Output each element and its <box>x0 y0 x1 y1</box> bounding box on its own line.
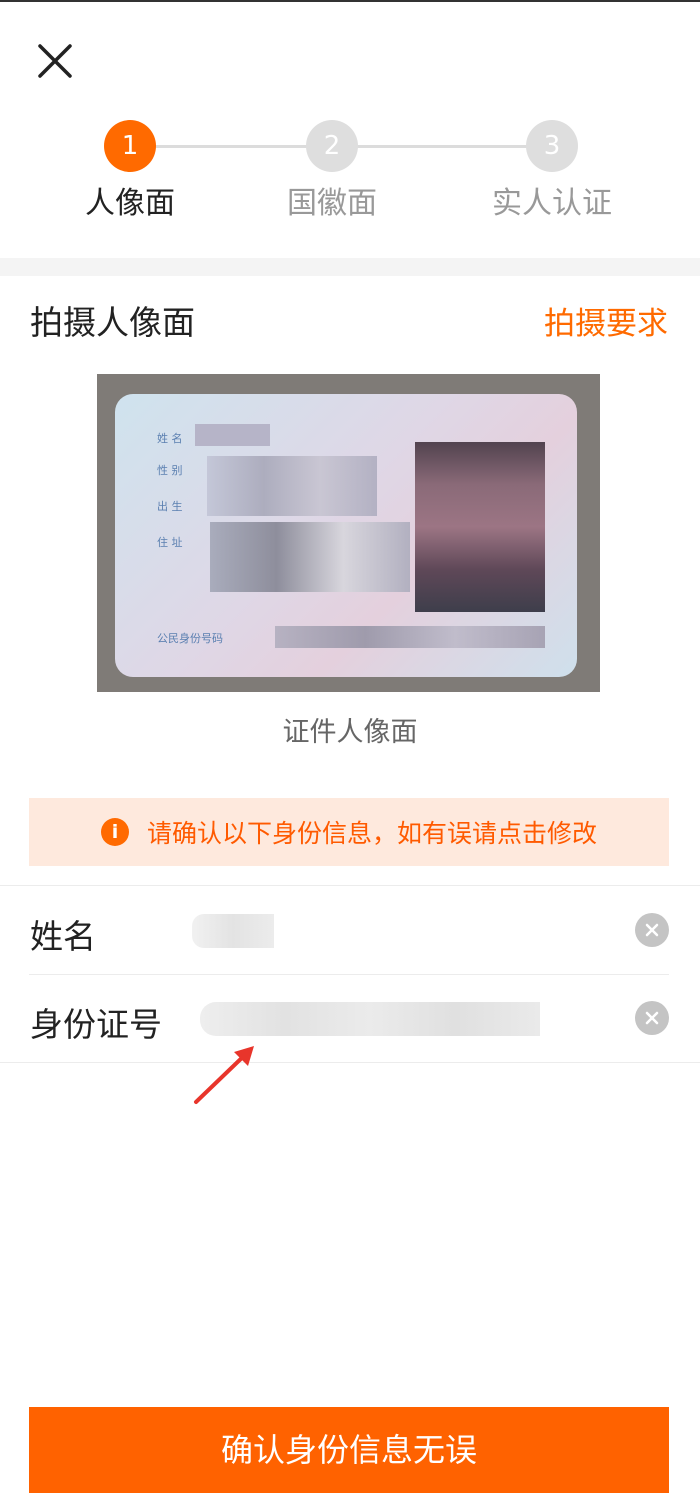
card-label-name: 姓 名 <box>157 432 183 445</box>
card-label-gender: 性 别 <box>157 464 183 477</box>
step-1-circle: 1 <box>104 120 156 172</box>
close-icon <box>38 44 72 78</box>
redacted-id-number <box>275 626 545 648</box>
form-bottom-divider <box>0 1062 700 1063</box>
close-button[interactable] <box>30 38 80 88</box>
clear-name-button[interactable] <box>635 913 669 947</box>
step-3-circle: 3 <box>526 120 578 172</box>
shooting-requirements-link[interactable]: 拍摄要求 <box>544 298 668 343</box>
confirm-identity-button[interactable]: 确认身份信息无误 <box>29 1407 669 1493</box>
card-label-address: 住 址 <box>157 536 183 549</box>
card-label-birth: 出 生 <box>157 500 183 513</box>
name-field[interactable] <box>192 914 274 948</box>
section-divider <box>0 258 700 276</box>
name-label: 姓名 <box>30 917 96 956</box>
step-connector <box>332 145 552 148</box>
redacted-portrait <box>415 442 545 612</box>
row-divider <box>29 974 669 975</box>
step-connector <box>130 145 332 148</box>
card-label-id-number: 公民身份号码 <box>157 632 223 645</box>
id-number-label: 身份证号 <box>30 1005 162 1044</box>
clear-icon <box>645 1011 659 1025</box>
red-arrow-annotation <box>194 1046 254 1104</box>
id-card-photo[interactable]: 姓 名 性 别 出 生 住 址 公民身份号码 <box>97 374 600 692</box>
photo-caption: 证件人像面 <box>282 717 418 748</box>
clear-icon <box>645 923 659 937</box>
confirm-notice-banner: i 请确认以下身份信息，如有误请点击修改 <box>29 798 669 866</box>
redacted-address <box>210 522 410 592</box>
id-card: 姓 名 性 别 出 生 住 址 公民身份号码 <box>115 394 577 677</box>
notice-text: 请确认以下身份信息，如有误请点击修改 <box>146 819 597 848</box>
step-indicator: 1 2 3 人像面 国徽面 实人认证 <box>0 120 700 230</box>
form-top-divider <box>0 885 700 886</box>
id-number-field[interactable] <box>200 1002 540 1036</box>
info-icon: i <box>100 818 129 846</box>
step-2-circle: 2 <box>306 120 358 172</box>
clear-id-button[interactable] <box>635 1001 669 1035</box>
redacted-gender-birth <box>207 456 377 516</box>
step-3-label: 实人认证 <box>492 186 612 221</box>
step-1-label: 人像面 <box>85 186 175 221</box>
section-title: 拍摄人像面 <box>30 303 195 342</box>
top-divider <box>0 0 700 2</box>
redacted-name <box>195 424 270 446</box>
step-2-label: 国徽面 <box>287 186 377 221</box>
